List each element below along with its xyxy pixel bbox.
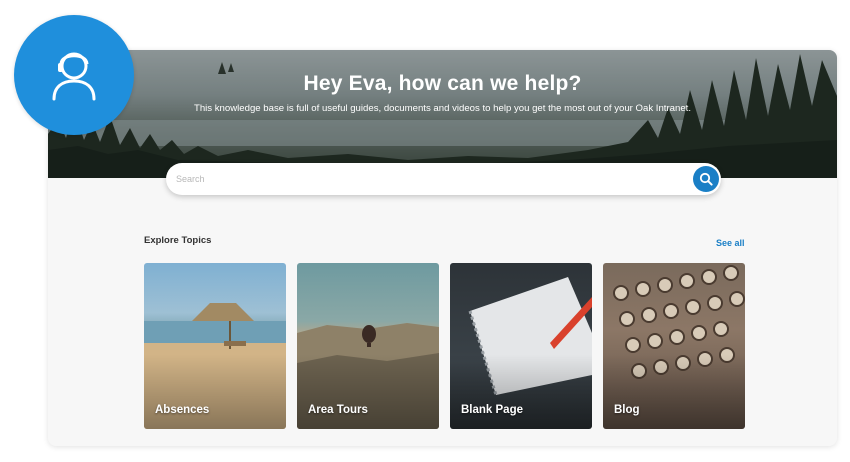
user-headset-icon bbox=[52, 52, 96, 101]
avatar bbox=[14, 15, 134, 135]
search-bar bbox=[166, 163, 721, 195]
topic-tile-absences[interactable]: Absences bbox=[144, 263, 286, 429]
tile-label: Absences bbox=[155, 404, 210, 416]
topic-tile-area-tours[interactable]: Area Tours bbox=[297, 263, 439, 429]
hero-subtitle: This knowledge base is full of useful gu… bbox=[193, 103, 692, 114]
topic-tile-blank-page[interactable]: Blank Page bbox=[450, 263, 592, 429]
explore-topics-heading: Explore Topics bbox=[144, 235, 212, 246]
search-icon bbox=[699, 172, 713, 186]
see-all-link[interactable]: See all bbox=[716, 238, 745, 248]
tile-label: Blog bbox=[614, 404, 640, 416]
hero-banner: Hey Eva, how can we help? This knowledge… bbox=[48, 50, 837, 178]
hero-dim-overlay bbox=[48, 50, 837, 178]
knowledge-base-card: Hey Eva, how can we help? This knowledge… bbox=[48, 50, 837, 446]
topic-tile-blog[interactable]: Blog bbox=[603, 263, 745, 429]
tile-label: Blank Page bbox=[461, 404, 523, 416]
tile-label: Area Tours bbox=[308, 404, 368, 416]
search-button[interactable] bbox=[693, 166, 719, 192]
hero-title: Hey Eva, how can we help? bbox=[303, 72, 582, 95]
search-input[interactable] bbox=[176, 169, 676, 189]
